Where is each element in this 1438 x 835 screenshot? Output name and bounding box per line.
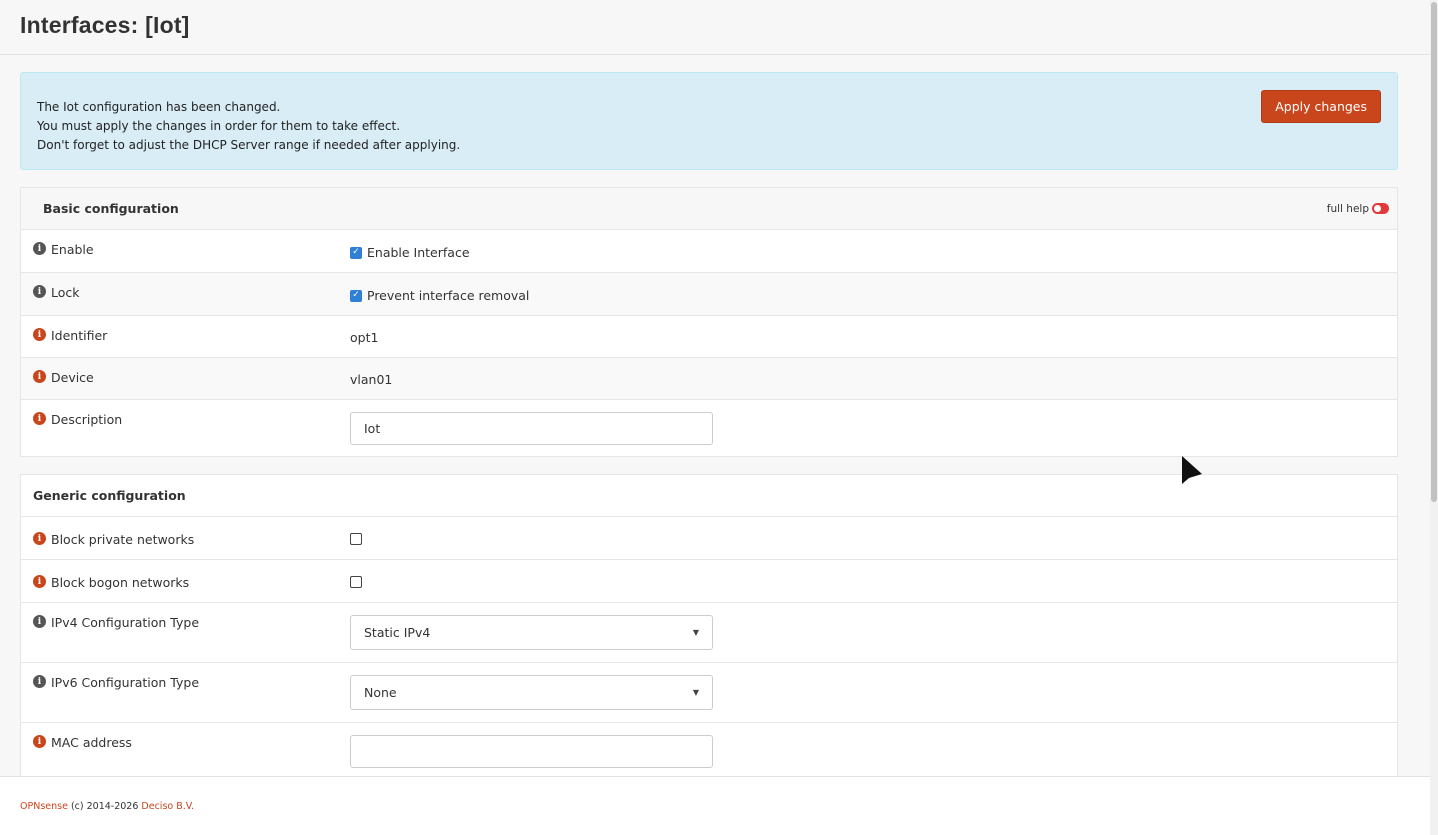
- lock-row: i Lock ✓ Prevent interface removal: [21, 273, 1397, 316]
- page-footer: OPNsense (c) 2014-2026 Deciso B.V.: [0, 776, 1438, 835]
- block-bogon-row: i Block bogon networks: [21, 560, 1397, 603]
- info-icon[interactable]: i: [33, 675, 46, 688]
- mac-address-input[interactable]: [350, 735, 713, 768]
- lock-checkbox-label[interactable]: Prevent interface removal: [367, 288, 529, 303]
- scrollbar[interactable]: [1430, 0, 1438, 835]
- info-icon[interactable]: i: [33, 575, 46, 588]
- enable-row: i Enable ✓ Enable Interface: [21, 230, 1397, 273]
- footer-brand-link[interactable]: OPNsense: [20, 801, 68, 812]
- block-bogon-label: Block bogon networks: [51, 575, 190, 590]
- description-row: i Description Iot: [21, 400, 1397, 456]
- info-icon[interactable]: i: [33, 285, 46, 298]
- lock-checkbox[interactable]: ✓: [350, 289, 362, 302]
- basic-configuration-header: Basic configuration full help: [21, 188, 1397, 230]
- ipv4-type-select[interactable]: Static IPv4 ▼: [350, 615, 713, 650]
- caret-down-icon: ▼: [692, 688, 699, 697]
- basic-configuration-panel: Basic configuration full help i Enable ✓…: [20, 187, 1398, 457]
- description-input[interactable]: Iot: [350, 412, 713, 445]
- identifier-row: i Identifier opt1: [21, 316, 1397, 358]
- lock-label: Lock: [51, 285, 80, 300]
- alert-line-2: You must apply the changes in order for …: [37, 119, 401, 133]
- info-icon[interactable]: i: [33, 615, 46, 628]
- block-private-row: i Block private networks: [21, 517, 1397, 560]
- basic-configuration-title: Basic configuration: [43, 201, 179, 216]
- page-header: Interfaces: [Iot]: [0, 0, 1438, 55]
- enable-checkbox-label[interactable]: Enable Interface: [367, 245, 470, 260]
- mac-address-label: MAC address: [51, 735, 132, 750]
- info-icon[interactable]: i: [33, 242, 46, 255]
- ipv4-type-label: IPv4 Configuration Type: [51, 615, 200, 630]
- device-value: vlan01: [350, 372, 393, 387]
- full-help-label: full help: [1326, 202, 1369, 215]
- enable-checkbox[interactable]: ✓: [350, 246, 362, 259]
- footer-copyright: (c) 2014-2026: [67, 801, 142, 812]
- info-icon[interactable]: i: [33, 370, 46, 383]
- enable-label: Enable: [51, 242, 94, 257]
- block-private-label: Block private networks: [51, 532, 195, 547]
- description-label: Description: [51, 412, 123, 427]
- info-icon[interactable]: i: [33, 735, 46, 748]
- ipv4-type-value: Static IPv4: [364, 625, 431, 640]
- apply-changes-button[interactable]: Apply changes: [1261, 90, 1381, 123]
- mac-address-row: i MAC address: [21, 723, 1397, 780]
- info-icon[interactable]: i: [33, 532, 46, 545]
- alert-line-1: The Iot configuration has been changed.: [37, 100, 281, 114]
- ipv6-type-label: IPv6 Configuration Type: [51, 675, 200, 690]
- identifier-value: opt1: [350, 330, 379, 345]
- identifier-label: Identifier: [51, 328, 108, 343]
- full-help-toggle[interactable]: full help: [1327, 203, 1389, 215]
- ipv6-type-value: None: [364, 685, 397, 700]
- device-label: Device: [51, 370, 94, 385]
- main-content: The Iot configuration has been changed. …: [0, 55, 1418, 781]
- generic-configuration-title: Generic configuration: [33, 488, 186, 503]
- block-bogon-checkbox[interactable]: [350, 576, 362, 588]
- generic-configuration-panel: Generic configuration i Block private ne…: [20, 474, 1398, 781]
- device-row: i Device vlan01: [21, 358, 1397, 400]
- page-title: Interfaces: [Iot]: [20, 12, 190, 38]
- caret-down-icon: ▼: [692, 628, 699, 637]
- mouse-cursor-icon: [1182, 456, 1202, 484]
- ipv4-type-row: i IPv4 Configuration Type Static IPv4 ▼: [21, 603, 1397, 663]
- footer-company-link[interactable]: Deciso B.V.: [141, 801, 194, 812]
- info-icon[interactable]: i: [33, 328, 46, 341]
- block-private-checkbox[interactable]: [350, 533, 362, 545]
- toggle-off-icon: [1372, 203, 1389, 214]
- alert-line-3: Don't forget to adjust the DHCP Server r…: [37, 138, 461, 152]
- changes-alert: The Iot configuration has been changed. …: [20, 72, 1398, 170]
- scrollbar-thumb[interactable]: [1431, 2, 1437, 502]
- ipv6-type-row: i IPv6 Configuration Type None ▼: [21, 663, 1397, 723]
- info-icon[interactable]: i: [33, 412, 46, 425]
- ipv6-type-select[interactable]: None ▼: [350, 675, 713, 710]
